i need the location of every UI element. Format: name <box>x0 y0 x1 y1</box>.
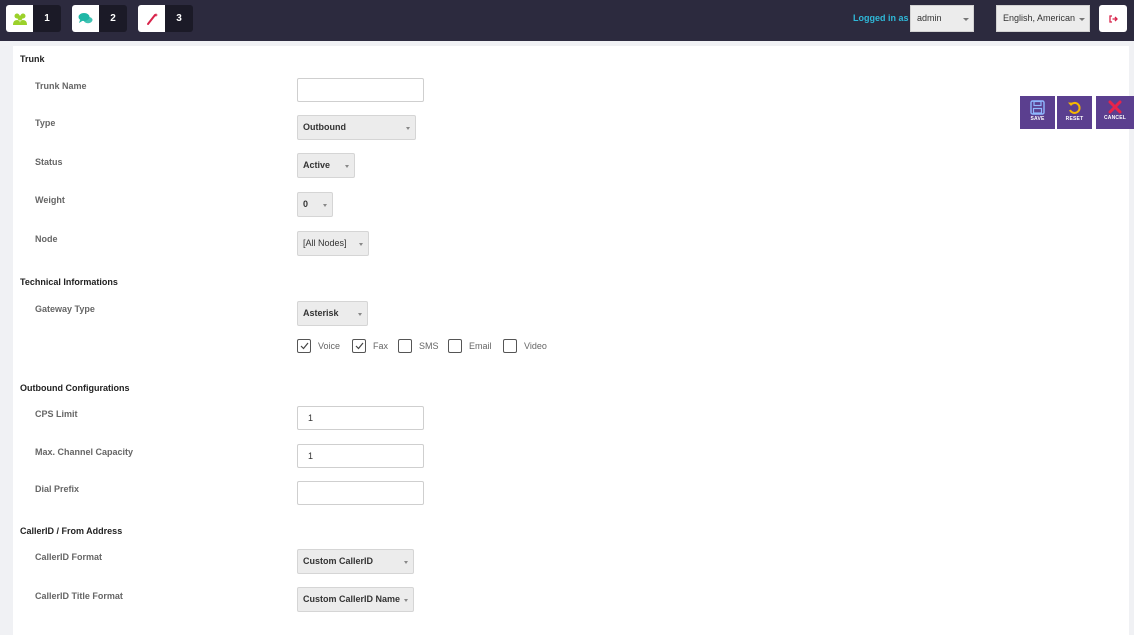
video-checkbox[interactable] <box>503 339 517 353</box>
node-value: [All Nodes] <box>303 238 347 248</box>
chevron-down-icon <box>404 561 408 564</box>
checkmark-icon <box>355 342 363 350</box>
reset-label: RESET <box>1065 116 1084 122</box>
users-count: 1 <box>33 5 61 32</box>
max-channel-label: Max. Channel Capacity <box>35 447 134 457</box>
status-label: Status <box>35 157 63 167</box>
fax-label: Fax <box>373 341 389 351</box>
chevron-down-icon <box>1079 18 1085 21</box>
users-icon <box>6 5 33 32</box>
chat-icon <box>72 5 99 32</box>
trunk-name-input[interactable] <box>297 78 424 102</box>
top-bar: 1 2 3 Logged in as : admin English, Amer… <box>0 0 1134 41</box>
save-button[interactable]: SAVE <box>1020 96 1055 129</box>
notifications-tasks-button[interactable]: 3 <box>138 5 193 32</box>
trunk-name-label: Trunk Name <box>35 81 87 91</box>
chat-count: 2 <box>99 5 127 32</box>
chevron-down-icon <box>404 599 408 602</box>
max-channel-input[interactable] <box>297 444 424 468</box>
cps-limit-input[interactable] <box>297 406 424 430</box>
notifications-users-button[interactable]: 1 <box>6 5 61 32</box>
callerid-format-label: CallerID Format <box>35 552 103 562</box>
user-name: admin <box>917 13 942 23</box>
voice-checkbox[interactable] <box>297 339 311 353</box>
user-select[interactable]: admin <box>910 5 974 32</box>
language-value: English, American <box>1003 13 1076 23</box>
video-label: Video <box>524 341 547 351</box>
form-panel <box>13 46 1129 635</box>
callerid-format-select[interactable]: Custom CallerID <box>297 549 414 574</box>
status-select[interactable]: Active <box>297 153 355 178</box>
tasks-count: 3 <box>165 5 193 32</box>
dial-prefix-label: Dial Prefix <box>35 484 80 494</box>
gateway-type-label: Gateway Type <box>35 304 95 314</box>
voice-label: Voice <box>318 341 341 351</box>
gateway-type-select[interactable]: Asterisk <box>297 301 368 326</box>
section-technical-title: Technical Informations <box>20 277 118 287</box>
magic-wand-icon <box>138 5 165 32</box>
type-label: Type <box>35 118 56 128</box>
reset-button[interactable]: RESET <box>1057 96 1092 129</box>
language-select[interactable]: English, American <box>996 5 1090 32</box>
logged-in-label: Logged in as : <box>853 13 915 23</box>
section-outbound-title: Outbound Configurations <box>20 383 130 393</box>
callerid-format-value: Custom CallerID <box>303 556 374 566</box>
weight-value: 0 <box>303 199 309 209</box>
undo-icon <box>1068 101 1081 114</box>
node-select[interactable]: [All Nodes] <box>297 231 369 256</box>
checkmark-icon <box>300 342 308 350</box>
callerid-title-format-label: CallerID Title Format <box>35 591 123 601</box>
email-label: Email <box>469 341 492 351</box>
chevron-down-icon <box>345 165 349 168</box>
close-icon <box>1108 100 1122 114</box>
chevron-down-icon <box>358 313 362 316</box>
chevron-down-icon <box>359 243 363 246</box>
email-checkbox[interactable] <box>448 339 462 353</box>
status-value: Active <box>303 160 331 170</box>
chevron-down-icon <box>406 127 410 130</box>
cancel-button[interactable]: CANCEL <box>1096 96 1134 129</box>
type-value: Outbound <box>303 122 346 132</box>
logout-button[interactable] <box>1099 5 1127 32</box>
section-callerid-title: CallerID / From Address <box>20 526 123 536</box>
sms-checkbox[interactable] <box>398 339 412 353</box>
chevron-down-icon <box>963 18 969 21</box>
section-trunk-title: Trunk <box>20 54 45 64</box>
cancel-label: CANCEL <box>1103 115 1127 121</box>
cps-limit-label: CPS Limit <box>35 409 78 419</box>
gateway-type-value: Asterisk <box>303 308 339 318</box>
notifications-chat-button[interactable]: 2 <box>72 5 127 32</box>
fax-checkbox[interactable] <box>352 339 366 353</box>
weight-select[interactable]: 0 <box>297 192 333 217</box>
type-select[interactable]: Outbound <box>297 115 416 140</box>
callerid-title-format-value: Custom CallerID Name <box>303 594 401 604</box>
save-label: SAVE <box>1030 116 1045 122</box>
sms-label: SMS <box>419 341 439 351</box>
chevron-down-icon <box>323 204 327 207</box>
callerid-title-format-select[interactable]: Custom CallerID Name <box>297 587 414 612</box>
logout-icon <box>1108 14 1118 23</box>
weight-label: Weight <box>35 195 65 205</box>
save-icon <box>1030 100 1045 115</box>
node-label: Node <box>35 234 58 244</box>
dial-prefix-input[interactable] <box>297 481 424 505</box>
